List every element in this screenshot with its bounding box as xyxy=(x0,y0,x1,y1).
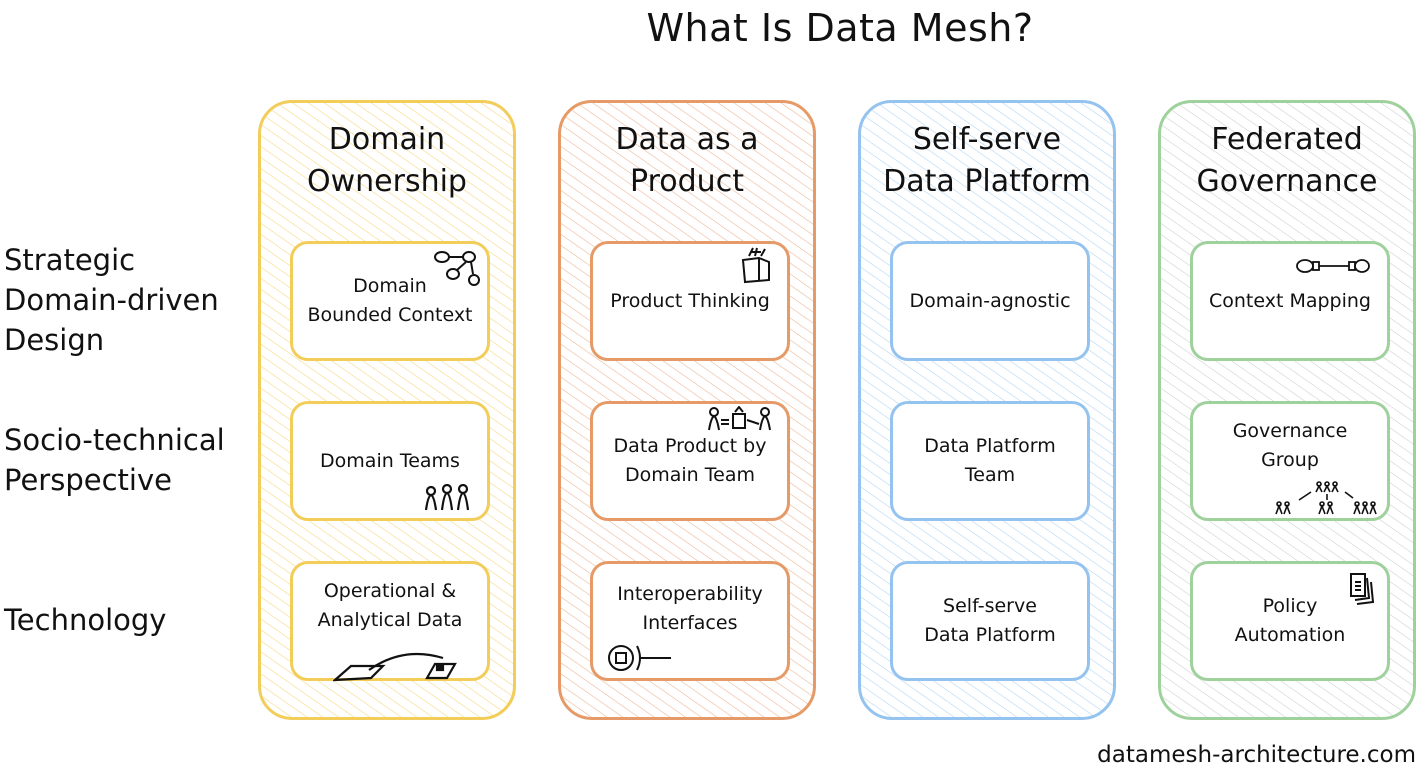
pillar-title: Data as a Product xyxy=(615,122,759,199)
pillar-domain-ownership: Domain Ownership Domain Bounded Context … xyxy=(258,100,516,720)
card-context-mapping: Context Mapping xyxy=(1190,241,1390,361)
pillar-self-serve-data-platform: Self-serve Data Platform Domain-agnostic… xyxy=(858,100,1116,720)
card-label: Data Product by Domain Team xyxy=(613,435,767,486)
graph-nodes-icon xyxy=(434,251,480,286)
pillar-data-as-a-product: Data as a Product Product Thinking Data … xyxy=(558,100,816,720)
product-box-icon xyxy=(741,247,770,284)
row-label-technology: Technology xyxy=(4,603,167,637)
source-url: datamesh-architecture.com xyxy=(1097,742,1416,768)
interface-port-icon xyxy=(608,645,671,671)
card-domain-agnostic: Domain-agnostic xyxy=(890,241,1090,361)
context-link-icon xyxy=(1296,259,1370,273)
pillar-federated-governance: Federated Governance Context Mapping Gov… xyxy=(1158,100,1416,720)
card-interoperability-interfaces: Interoperability Interfaces xyxy=(590,561,790,681)
card-label: Operational & Analytical Data xyxy=(317,580,463,631)
card-operational-analytical-data: Operational & Analytical Data xyxy=(290,561,490,682)
pillar-title: Domain Ownership xyxy=(307,122,467,199)
card-label: Domain-agnostic xyxy=(909,289,1071,312)
card-label: Interoperability Interfaces xyxy=(617,583,763,634)
pillar-title: Federated Governance xyxy=(1196,122,1378,199)
org-hierarchy-icon xyxy=(1275,481,1377,515)
card-data-platform-team: Data Platform Team xyxy=(890,401,1090,521)
card-label: Data Platform Team xyxy=(924,435,1056,486)
card-label: Self-serve Data Platform xyxy=(924,595,1056,646)
card-data-product-by-domain-team: Data Product by Domain Team xyxy=(590,401,790,521)
row-label-strategic-ddd: Strategic Domain-driven Design xyxy=(4,243,219,357)
card-governance-group: Governance Group xyxy=(1190,401,1390,521)
card-label: Context Mapping xyxy=(1208,289,1371,312)
card-self-serve-data-platform: Self-serve Data Platform xyxy=(890,561,1090,681)
documents-icon xyxy=(1350,573,1375,605)
card-domain-teams: Domain Teams xyxy=(290,401,490,521)
row-label-socio-technical: Socio-technical Perspective xyxy=(4,423,225,497)
data-planes-icon xyxy=(333,652,457,682)
card-product-thinking: Product Thinking xyxy=(590,241,790,361)
card-label: Policy Automation xyxy=(1234,595,1346,646)
page-title: What Is Data Mesh? xyxy=(646,6,1034,50)
card-label: Governance Group xyxy=(1232,420,1348,471)
pillar-title: Self-serve Data Platform xyxy=(883,122,1091,199)
card-policy-automation: Policy Automation xyxy=(1190,561,1390,681)
team-product-icon xyxy=(708,406,771,431)
card-domain-bounded-context: Domain Bounded Context xyxy=(290,241,490,361)
card-label: Domain Teams xyxy=(320,449,460,472)
card-label: Product Thinking xyxy=(610,289,770,312)
team-people-icon xyxy=(424,484,470,511)
